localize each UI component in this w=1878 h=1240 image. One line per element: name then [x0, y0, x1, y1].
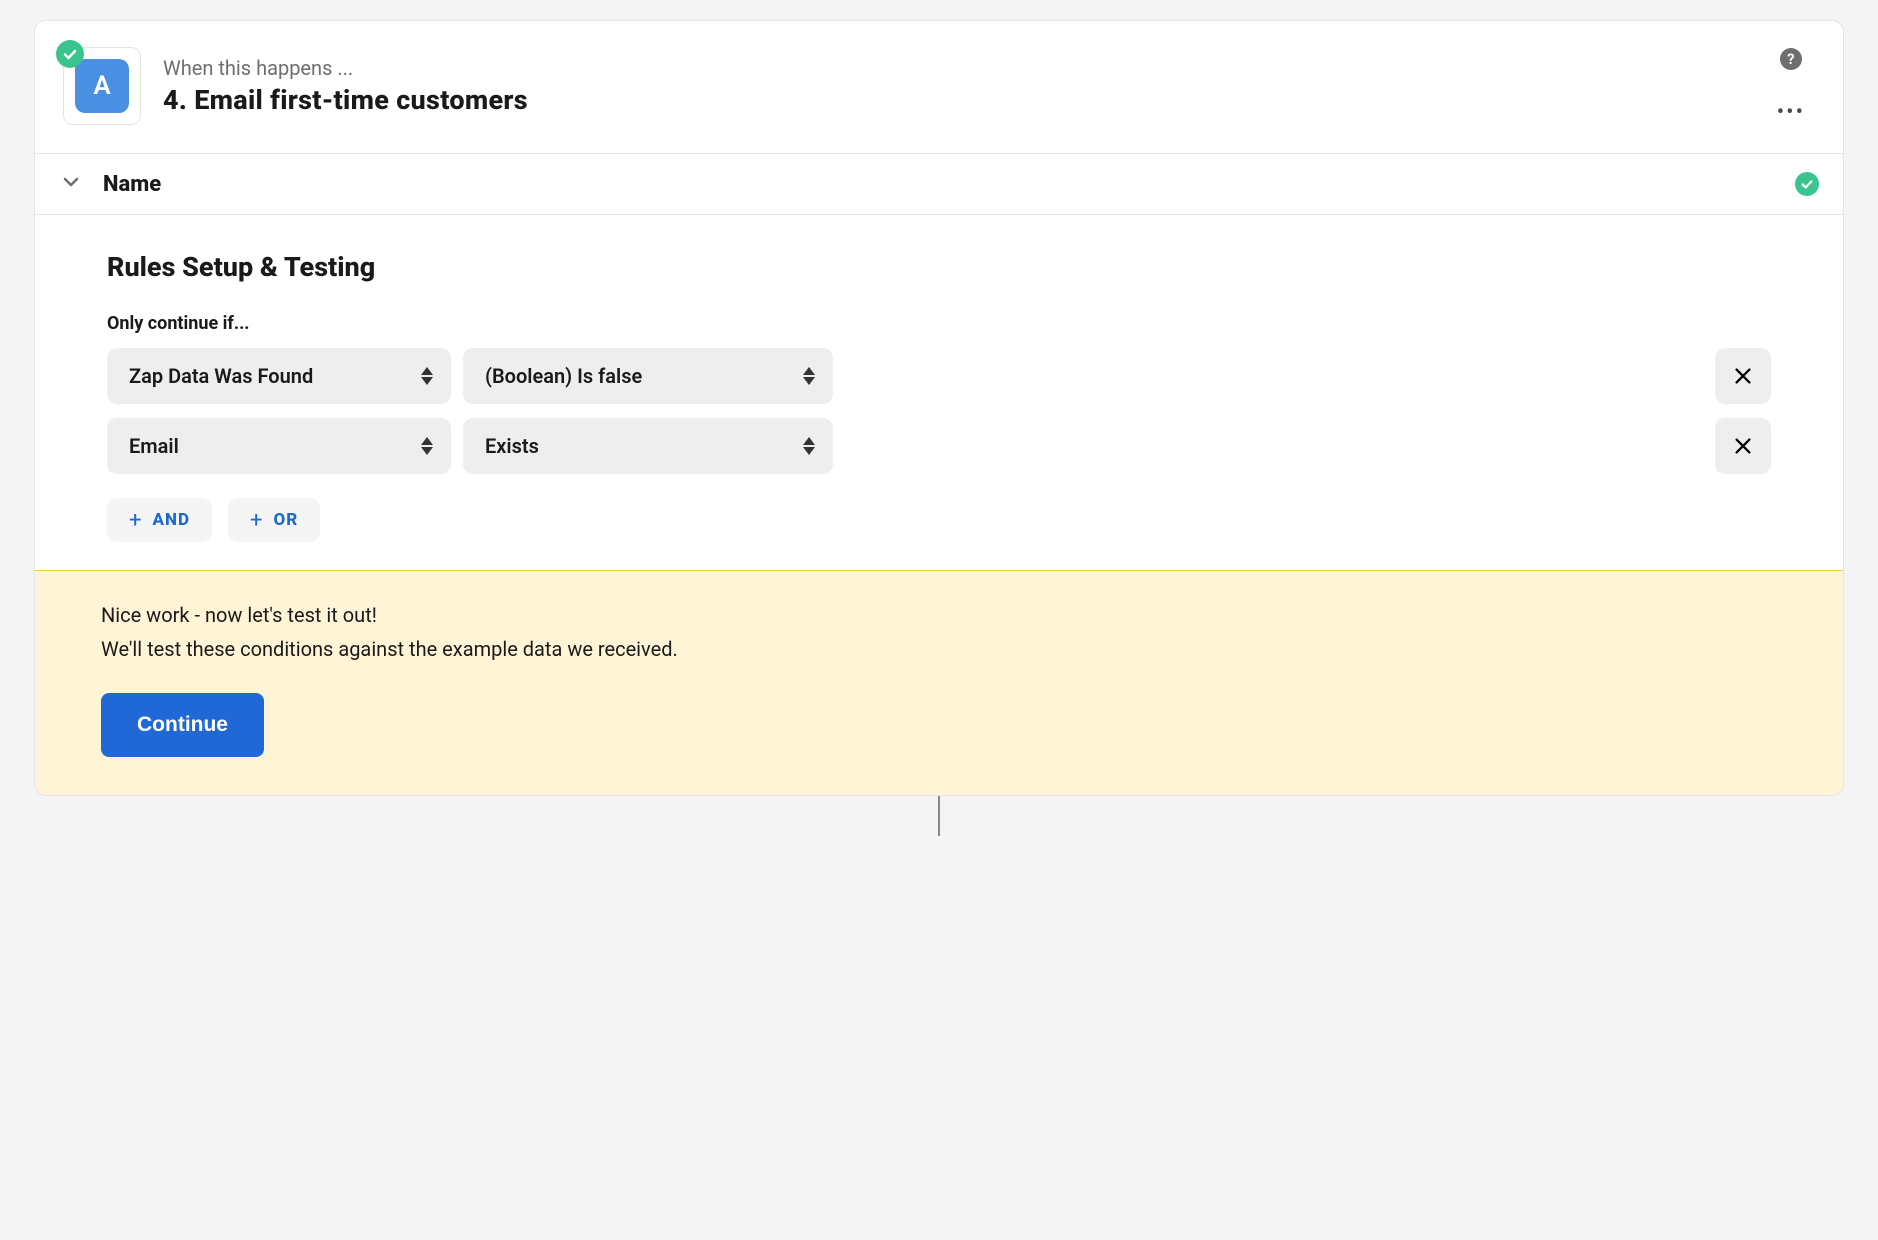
add-and-button[interactable]: + AND: [107, 498, 212, 542]
rule-field-select[interactable]: Zap Data Was Found: [107, 348, 451, 404]
add-or-button[interactable]: + OR: [228, 498, 320, 542]
plus-icon: +: [250, 508, 263, 533]
header-actions: ? •••: [1777, 48, 1805, 125]
test-banner: Nice work - now let's test it out! We'll…: [35, 570, 1843, 795]
rule-field-value: Email: [129, 434, 179, 458]
app-icon: A: [75, 59, 129, 113]
section-name-row[interactable]: Name: [35, 153, 1843, 215]
rules-body: Rules Setup & Testing Only continue if..…: [35, 215, 1843, 570]
rules-title: Rules Setup & Testing: [107, 251, 1771, 283]
logic-button-row: + AND + OR: [107, 498, 1771, 542]
step-connector-line: [938, 796, 940, 836]
rule-field-value: Zap Data Was Found: [129, 364, 313, 388]
chevron-down-icon[interactable]: [59, 170, 83, 198]
rule-condition-select[interactable]: Exists: [463, 418, 833, 474]
more-icon[interactable]: •••: [1777, 100, 1805, 125]
header-titles: When this happens ... 4. Email first-tim…: [163, 56, 1755, 116]
section-status-check-icon: [1795, 172, 1819, 196]
rule-condition-value: Exists: [485, 434, 539, 458]
sort-icon: [803, 367, 815, 385]
banner-line-2: We'll test these conditions against the …: [101, 637, 1777, 661]
help-icon[interactable]: ?: [1780, 48, 1802, 70]
rule-row: Zap Data Was Found (Boolean) Is false: [107, 348, 1771, 404]
rule-row: Email Exists: [107, 418, 1771, 474]
step-card: A When this happens ... 4. Email first-t…: [34, 20, 1844, 796]
remove-rule-button[interactable]: [1715, 418, 1771, 474]
rule-field-select[interactable]: Email: [107, 418, 451, 474]
rules-subhead: Only continue if...: [107, 313, 1771, 334]
step-header: A When this happens ... 4. Email first-t…: [35, 21, 1843, 153]
sort-icon: [421, 367, 433, 385]
section-label: Name: [103, 172, 1775, 197]
continue-button[interactable]: Continue: [101, 693, 264, 757]
status-check-icon: [56, 40, 84, 68]
sort-icon: [421, 437, 433, 455]
remove-rule-button[interactable]: [1715, 348, 1771, 404]
banner-line-1: Nice work - now let's test it out!: [101, 603, 1777, 627]
rule-condition-select[interactable]: (Boolean) Is false: [463, 348, 833, 404]
and-label: AND: [152, 510, 190, 530]
or-label: OR: [273, 510, 298, 530]
app-icon-container: A: [63, 47, 141, 125]
rule-condition-value: (Boolean) Is false: [485, 364, 642, 388]
plus-icon: +: [129, 508, 142, 533]
step-title: 4. Email first-time customers: [163, 84, 1755, 116]
step-overline: When this happens ...: [163, 56, 1755, 80]
app-icon-letter: A: [93, 71, 110, 101]
sort-icon: [803, 437, 815, 455]
